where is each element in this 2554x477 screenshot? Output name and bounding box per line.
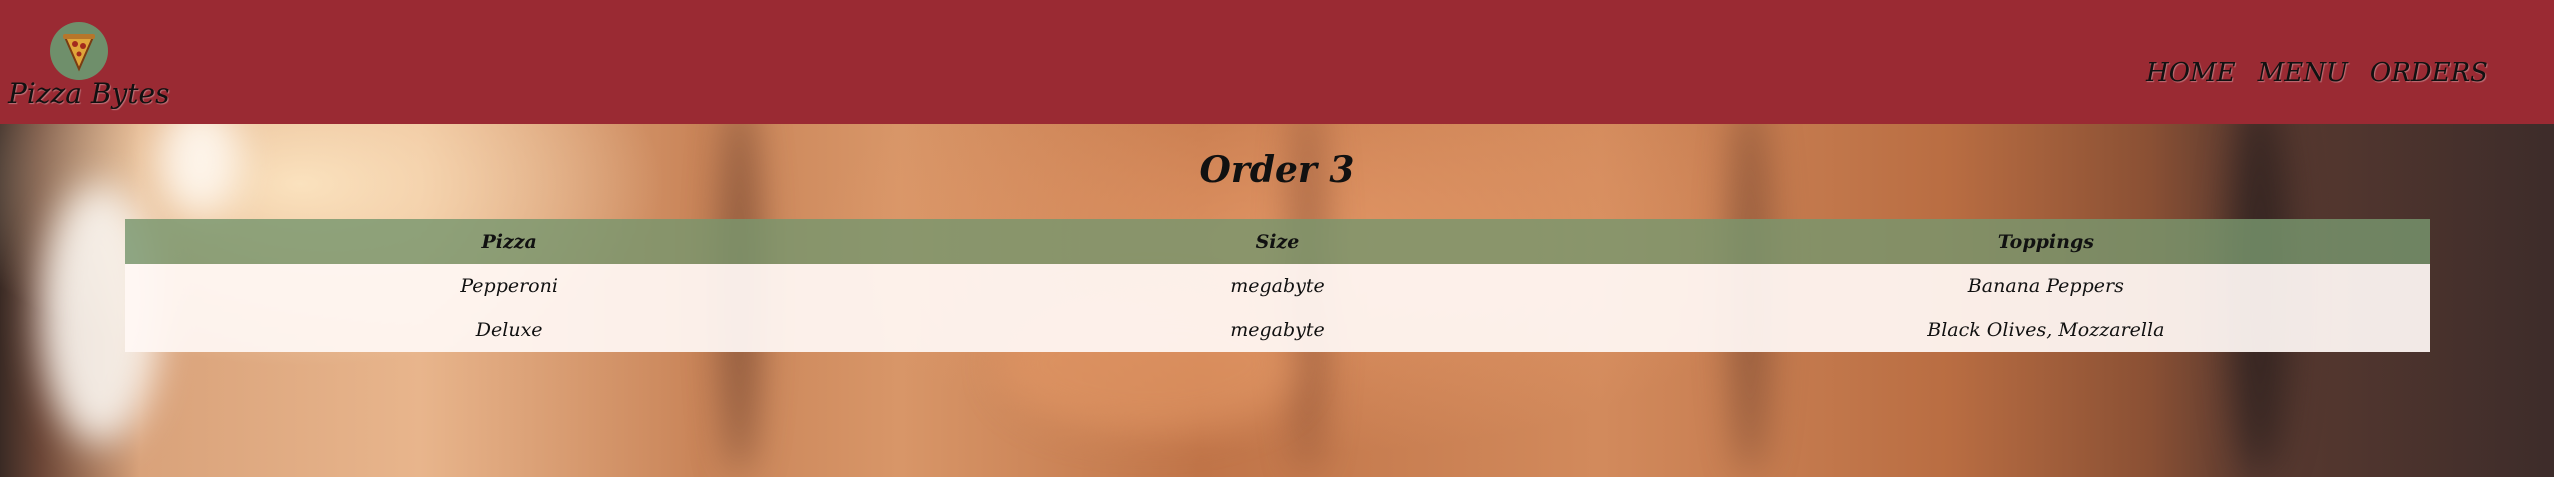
column-header-toppings: Toppings <box>1661 219 2430 264</box>
main-nav: HOME MENU ORDERS <box>2146 60 2488 86</box>
table-header-row: Pizza Size Toppings <box>125 219 2430 264</box>
page-title: Order 3 <box>1199 149 1355 191</box>
cell-toppings: Banana Peppers <box>1661 264 2430 308</box>
table-row: Deluxe megabyte Black Olives, Mozzarella <box>125 308 2430 352</box>
cell-size: megabyte <box>893 264 1662 308</box>
cell-pizza: Pepperoni <box>125 264 894 308</box>
nav-menu-link[interactable]: MENU <box>2258 60 2348 86</box>
pizza-logo-icon[interactable] <box>50 22 108 80</box>
brand-name[interactable]: Pizza Bytes <box>8 80 169 108</box>
brand[interactable]: Pizza Bytes <box>0 20 169 120</box>
cell-toppings: Black Olives, Mozzarella <box>1661 308 2430 352</box>
column-header-size: Size <box>893 219 1662 264</box>
nav-home-link[interactable]: HOME <box>2146 60 2236 86</box>
cell-pizza: Deluxe <box>125 308 894 352</box>
site-header: Pizza Bytes HOME MENU ORDERS <box>0 0 2554 124</box>
nav-orders-link[interactable]: ORDERS <box>2370 60 2488 86</box>
column-header-pizza: Pizza <box>125 219 894 264</box>
order-table: Pizza Size Toppings Pepperoni megabyte B… <box>125 219 2430 352</box>
table-row: Pepperoni megabyte Banana Peppers <box>125 264 2430 308</box>
cell-size: megabyte <box>893 308 1662 352</box>
